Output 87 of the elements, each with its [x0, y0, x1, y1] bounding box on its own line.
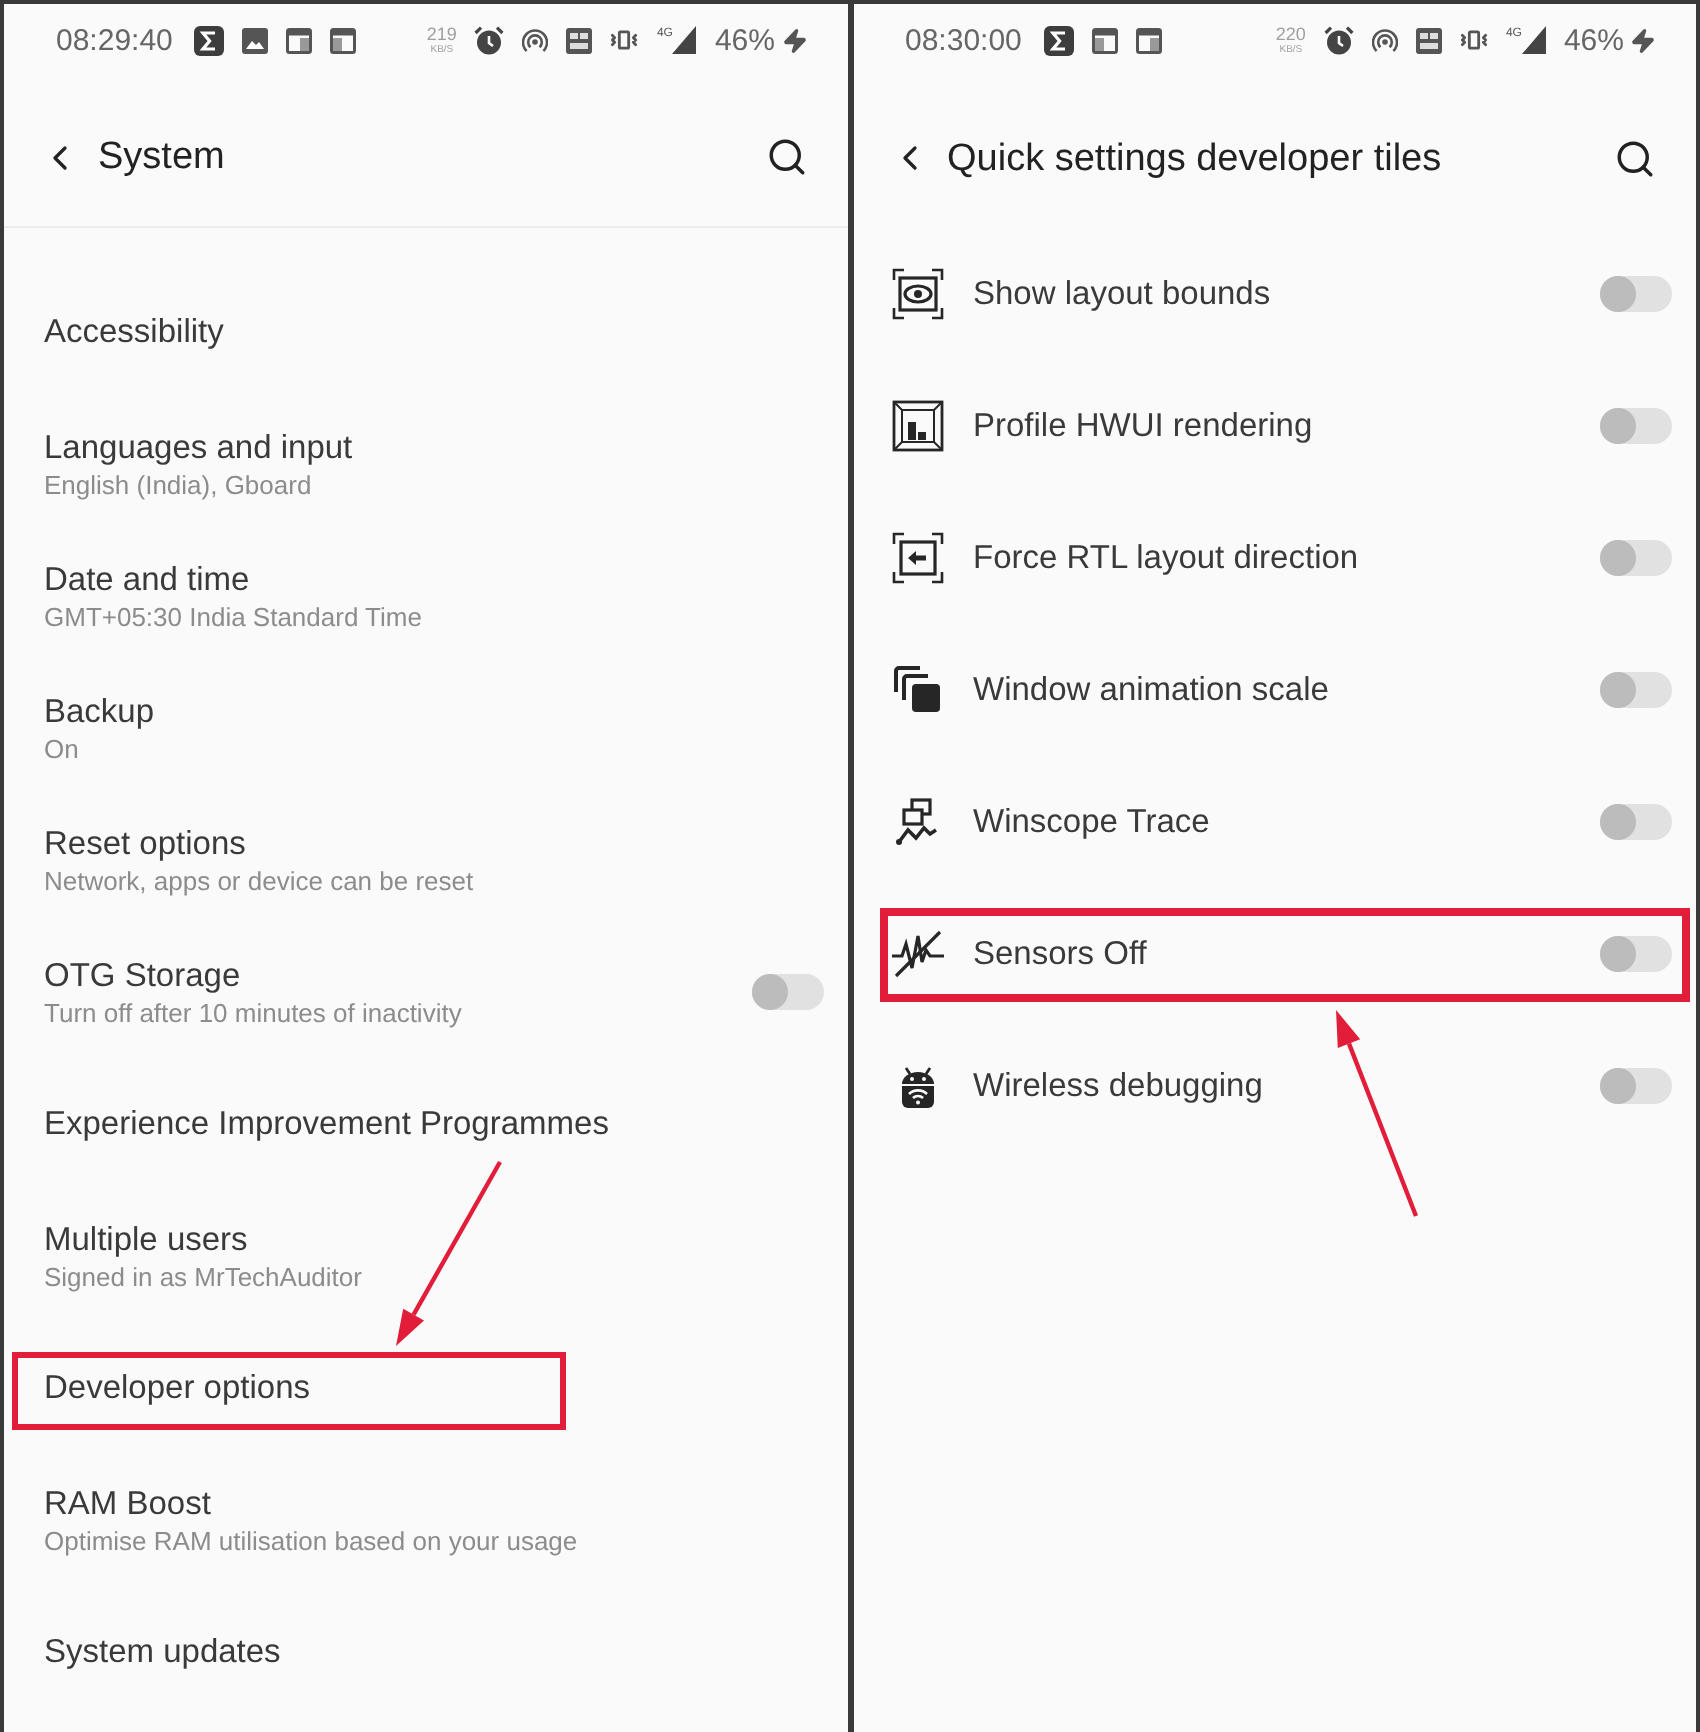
settings-row[interactable]: Window animation scale [853, 624, 1696, 756]
row-title: Winscope Trace [973, 802, 1212, 842]
image-icon [242, 27, 269, 53]
settings-row[interactable]: Experience Improvement Programmes [4, 1058, 847, 1190]
hotspot-icon [522, 27, 549, 53]
left-arrow-frame-icon [891, 532, 943, 584]
settings-row[interactable]: Languages and input English (India), Gboard [4, 398, 847, 530]
charging-bolt-icon [1630, 27, 1656, 53]
settings-row[interactable]: Winscope Trace [853, 756, 1696, 888]
battery-percent: 46% [714, 25, 775, 55]
row-title: Backup [44, 691, 157, 731]
row-subtitle: English (India), Gboard [44, 467, 314, 501]
row-subtitle: On [44, 731, 81, 765]
toggle-switch[interactable] [1600, 936, 1672, 972]
window-icon [1091, 27, 1118, 53]
alarm-clock-icon [474, 25, 505, 55]
settings-row[interactable]: OTG Storage Turn off after 10 minutes of inactivity [4, 926, 847, 1058]
eye-in-frame-icon [891, 268, 943, 320]
row-title: Window animation scale [973, 670, 1331, 710]
row-title: Experience Improvement Programmes [44, 1104, 611, 1144]
settings-row[interactable]: Reset options Network, apps or device can be reset [4, 794, 847, 926]
toggle-switch[interactable] [1600, 276, 1672, 312]
row-subtitle: Signed in as MrTechAuditor [44, 1259, 364, 1293]
row-title: Languages and input [44, 427, 355, 467]
row-subtitle: Turn off after 10 minutes of inactivity [44, 995, 464, 1029]
network-speed: 220 [1275, 25, 1306, 43]
row-title: Reset options [44, 823, 248, 863]
vibrate-icon [610, 26, 639, 54]
window-icon [330, 27, 357, 53]
signal-icon [672, 26, 697, 54]
screen-title: System [98, 138, 225, 176]
windows-trace-icon [895, 798, 939, 846]
bar-chart-frame-icon [891, 400, 943, 452]
charging-bolt-icon [781, 27, 807, 53]
sigma-app-icon [194, 25, 225, 55]
settings-row[interactable]: Show layout bounds [853, 228, 1696, 360]
settings-row[interactable]: Multiple users Signed in as MrTechAuditor [4, 1190, 847, 1322]
crossed-pulse-icon [889, 930, 945, 978]
settings-row[interactable]: System updates [4, 1586, 847, 1718]
row-title: Profile HWUI rendering [973, 406, 1315, 446]
row-title: System updates [44, 1632, 283, 1672]
row-subtitle: Optimise RAM utilisation based on your usage [44, 1523, 580, 1557]
toggle-switch[interactable] [751, 974, 823, 1010]
settings-row[interactable]: Developer options [4, 1322, 847, 1454]
volte-icon [1415, 27, 1442, 53]
volte-icon [566, 27, 593, 53]
settings-row[interactable]: RAM Boost Optimise RAM utilisation based on your usage [4, 1454, 847, 1586]
network-speed: 219 [426, 25, 457, 43]
settings-row[interactable]: Accessibility [4, 266, 847, 398]
sigma-app-icon [1043, 25, 1074, 55]
toggle-switch[interactable] [1600, 1068, 1672, 1104]
row-title: Date and time [44, 559, 252, 599]
battery-percent: 46% [1563, 25, 1624, 55]
search-icon[interactable] [1614, 137, 1656, 179]
row-subtitle: Network, apps or device can be reset [44, 863, 476, 897]
settings-row[interactable]: Sensors Off [853, 888, 1696, 1020]
settings-row[interactable]: Backup On [4, 662, 847, 794]
vibrate-icon [1459, 26, 1488, 54]
row-title: Show layout bounds [973, 274, 1273, 314]
row-title: OTG Storage [44, 955, 243, 995]
window-icon [1135, 27, 1162, 53]
toggle-switch[interactable] [1600, 540, 1672, 576]
hotspot-icon [1371, 27, 1398, 53]
clock-time: 08:30:00 [905, 25, 1022, 55]
signal-icon [1521, 26, 1546, 54]
stacked-windows-icon [893, 666, 941, 714]
search-icon[interactable] [765, 136, 807, 178]
screen-title: Quick settings developer tiles [947, 139, 1442, 177]
settings-row[interactable]: Force RTL layout direction [853, 492, 1696, 624]
row-title: Force RTL layout direction [973, 538, 1361, 578]
row-title: Wireless debugging [973, 1066, 1265, 1106]
alarm-clock-icon [1323, 25, 1354, 55]
row-title: RAM Boost [44, 1483, 213, 1523]
row-title: Multiple users [44, 1219, 250, 1259]
toggle-switch[interactable] [1600, 672, 1672, 708]
settings-row[interactable]: Wireless debugging [853, 1020, 1696, 1152]
row-title: Developer options [44, 1368, 312, 1408]
settings-row[interactable]: Date and time GMT+05:30 India Standard Time [4, 530, 847, 662]
settings-row[interactable]: Profile HWUI rendering [853, 360, 1696, 492]
window-icon [286, 27, 313, 53]
row-title: Accessibility [44, 312, 226, 352]
toggle-switch[interactable] [1600, 804, 1672, 840]
android-wifi-icon [899, 1062, 935, 1110]
row-subtitle: GMT+05:30 India Standard Time [44, 599, 424, 633]
toggle-switch[interactable] [1600, 408, 1672, 444]
clock-time: 08:29:40 [56, 25, 173, 55]
row-title: Sensors Off [973, 934, 1149, 974]
